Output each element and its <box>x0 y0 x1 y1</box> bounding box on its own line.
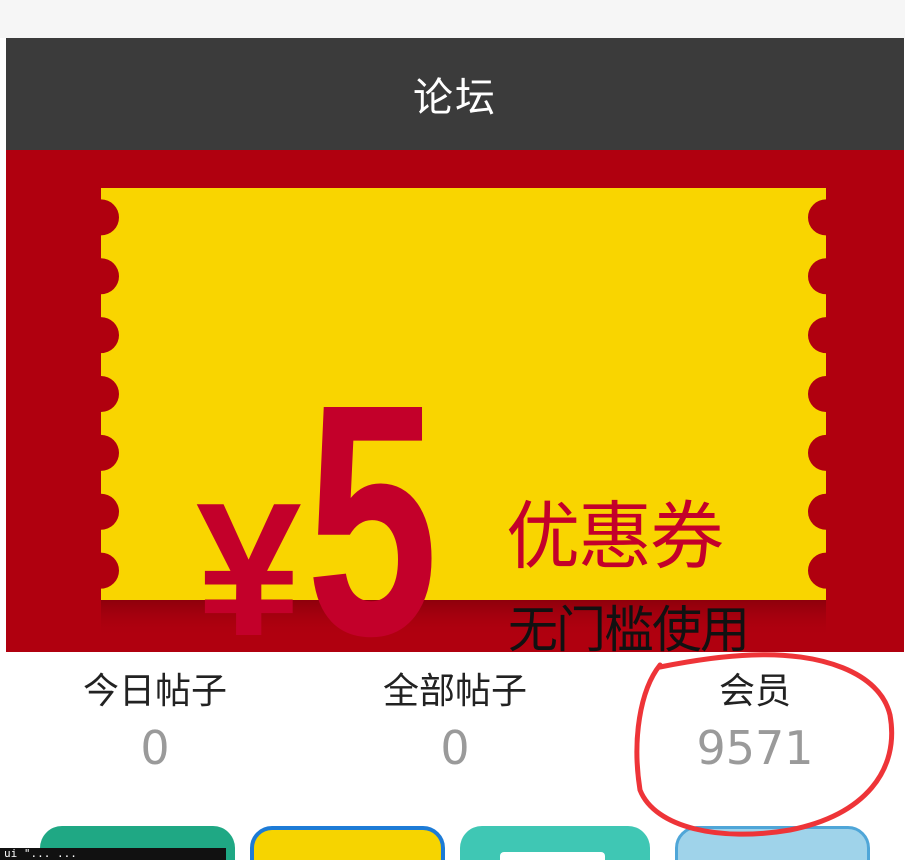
coupon-title: 优惠券 <box>506 494 724 580</box>
stat-members: 会员 9571 <box>645 670 865 779</box>
shortcut-tile[interactable] <box>675 826 870 860</box>
status-gap <box>0 0 905 38</box>
stat-value: 0 <box>140 721 170 776</box>
stat-value: 0 <box>440 721 470 776</box>
currency-symbol: ¥ <box>196 464 302 652</box>
forum-page: 论坛 ¥ 5 优惠券 无门槛使用 今日帖子 0 全部帖子 0 会员 9571 u… <box>0 0 905 860</box>
stat-today-posts: 今日帖子 0 <box>45 670 265 779</box>
shortcut-tile[interactable] <box>460 826 650 860</box>
page-title: 论坛 <box>413 75 497 121</box>
stat-all-posts: 全部帖子 0 <box>345 670 565 779</box>
stat-label: 今日帖子 <box>82 671 227 712</box>
header-bar: 论坛 <box>6 38 904 150</box>
coupon-banner[interactable]: ¥ 5 优惠券 无门槛使用 <box>6 150 904 652</box>
stat-value: 9571 <box>696 721 814 776</box>
hover-tooltip: ui "... ... <box>0 848 226 860</box>
stat-label: 全部帖子 <box>382 671 527 712</box>
coupon-subtitle: 无门槛使用 <box>508 601 750 652</box>
forum-stats: 今日帖子 0 全部帖子 0 会员 9571 <box>0 670 905 810</box>
shortcut-tile[interactable] <box>250 826 445 860</box>
coupon-amount: 5 <box>306 335 439 653</box>
stat-label: 会员 <box>718 671 791 712</box>
